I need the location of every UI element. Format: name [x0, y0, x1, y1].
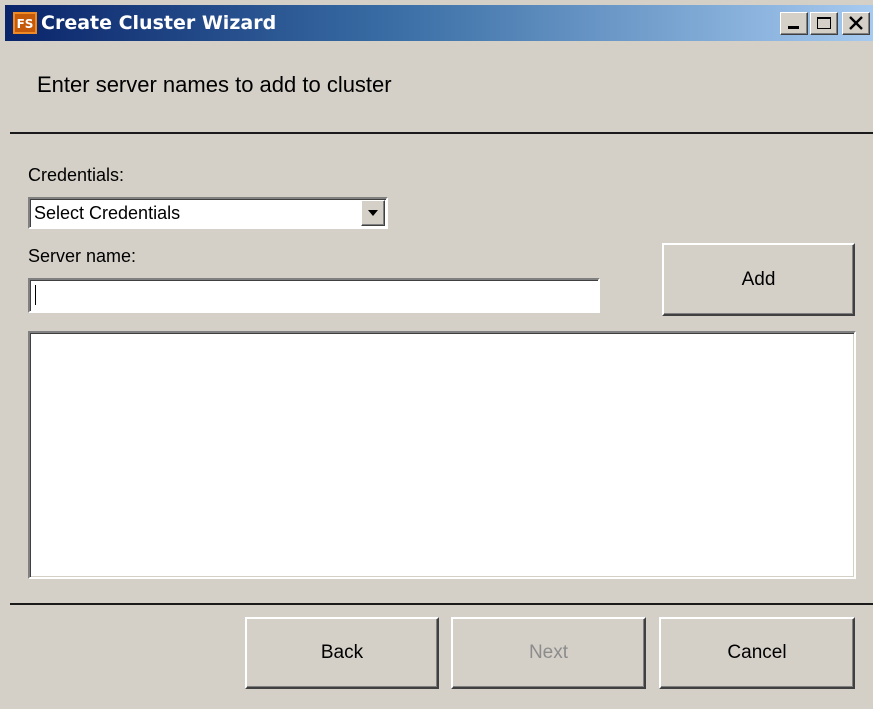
- minimize-icon: [788, 26, 799, 29]
- maximize-icon: [817, 17, 831, 29]
- credentials-label: Credentials:: [28, 165, 125, 185]
- page-heading: Enter server names to add to cluster: [37, 72, 392, 97]
- window-title: Create Cluster Wizard: [41, 12, 277, 34]
- cancel-button[interactable]: Cancel: [659, 617, 855, 689]
- header-divider: [10, 132, 873, 134]
- fs-app-icon: FS: [12, 12, 38, 34]
- add-button[interactable]: Add: [662, 243, 855, 316]
- text-caret: [35, 285, 36, 305]
- credentials-dropdown[interactable]: Select Credentials: [28, 197, 388, 229]
- svg-text:FS: FS: [17, 17, 34, 31]
- next-button[interactable]: Next: [451, 617, 646, 689]
- server-name-label: Server name:: [28, 246, 137, 266]
- dropdown-button[interactable]: [361, 200, 385, 226]
- title-bar[interactable]: FS Create Cluster Wizard: [5, 5, 873, 41]
- close-button[interactable]: [842, 12, 870, 35]
- maximize-button[interactable]: [810, 12, 838, 35]
- chevron-down-icon: [368, 210, 378, 216]
- close-icon: [849, 16, 863, 30]
- create-cluster-wizard-window: FS Create Cluster Wizard Enter server na…: [0, 0, 873, 709]
- footer-divider: [10, 603, 873, 605]
- credentials-selected-value: Select Credentials: [34, 203, 181, 223]
- server-name-input[interactable]: [28, 278, 600, 313]
- back-button[interactable]: Back: [245, 617, 439, 689]
- server-list[interactable]: [28, 331, 856, 579]
- minimize-button[interactable]: [780, 12, 808, 35]
